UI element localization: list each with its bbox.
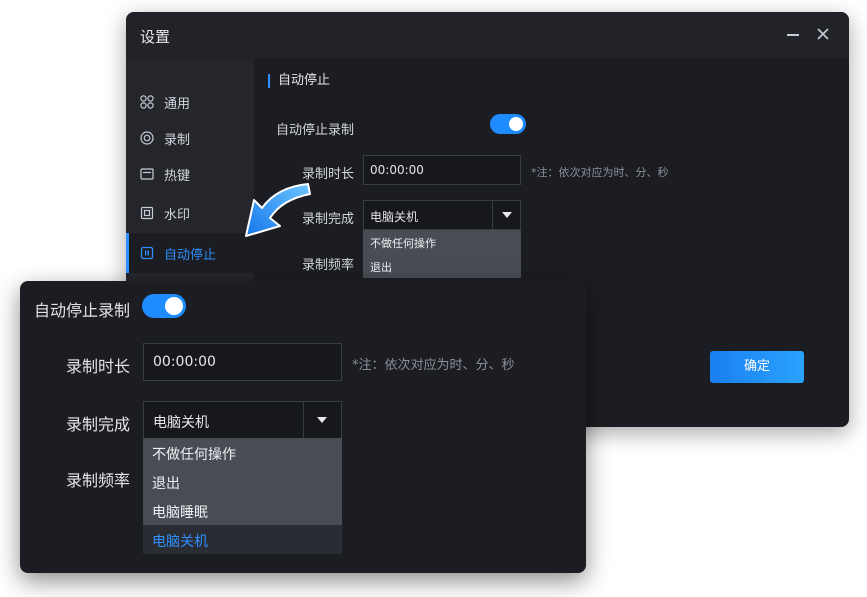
sidebar-item-hotkey[interactable]: 热键: [126, 154, 254, 194]
finish-label: 录制完成: [66, 415, 131, 434]
duration-note: *注：依次对应为时、分、秒: [352, 358, 515, 373]
dropdown-option[interactable]: 不做任何操作: [143, 438, 342, 467]
section-title: 自动停止: [268, 74, 330, 88]
finish-select[interactable]: 电脑关机: [143, 401, 342, 439]
chevron-down-icon[interactable]: [492, 201, 520, 229]
sidebar-item-label: 热键: [164, 169, 191, 184]
finish-select-value: 电脑关机: [370, 210, 419, 224]
duration-label: 录制时长: [66, 357, 131, 376]
chevron-down-icon[interactable]: [303, 402, 341, 438]
callout-arrow-icon: [245, 183, 311, 237]
finish-select[interactable]: 电脑关机: [363, 200, 521, 230]
auto-stop-label: 自动停止录制: [276, 123, 355, 138]
dropdown-option[interactable]: 不做任何操作: [363, 230, 521, 254]
confirm-button[interactable]: 确定: [710, 351, 804, 383]
sidebar-item-record[interactable]: 录制: [126, 118, 254, 158]
finish-dropdown-list: 不做任何操作 退出: [363, 230, 521, 278]
sidebar-item-label: 通用: [164, 97, 191, 112]
sidebar-item-label: 录制: [164, 133, 191, 148]
finish-select-value: 电脑关机: [153, 415, 209, 431]
finish-dropdown-list: 不做任何操作 退出 电脑睡眠 电脑关机: [143, 438, 342, 554]
toggle-knob: [509, 117, 523, 131]
auto-stop-toggle[interactable]: [142, 294, 186, 318]
grid-icon: [140, 95, 154, 109]
window-title: 设置: [140, 28, 171, 46]
dropdown-option[interactable]: 退出: [143, 467, 342, 496]
toggle-knob: [165, 297, 183, 315]
sidebar-item-watermark[interactable]: 水印: [126, 193, 254, 233]
frequency-label: 录制频率: [302, 258, 355, 273]
record-icon: [140, 131, 154, 145]
dropdown-option[interactable]: 退出: [363, 254, 521, 278]
frequency-label: 录制频率: [66, 471, 131, 490]
duration-note: *注：依次对应为时、分、秒: [531, 166, 669, 179]
title-bar: 设置: [126, 12, 849, 58]
zoomed-settings-panel: 自动停止录制 录制时长 00:00:00 *注：依次对应为时、分、秒 录制完成 …: [20, 281, 586, 573]
auto-stop-icon: [140, 246, 154, 260]
auto-stop-toggle[interactable]: [490, 114, 526, 134]
auto-stop-label: 自动停止录制: [34, 301, 131, 320]
minimize-icon[interactable]: [783, 24, 803, 44]
dropdown-option-selected[interactable]: 电脑关机: [143, 525, 342, 554]
sidebar-item-auto-stop[interactable]: 自动停止: [126, 233, 254, 273]
sidebar-item-label: 自动停止: [164, 248, 217, 263]
sidebar-item-label: 水印: [164, 208, 191, 223]
close-icon[interactable]: [813, 24, 833, 44]
duration-input[interactable]: 00:00:00: [143, 343, 342, 381]
sidebar-item-general[interactable]: 通用: [126, 82, 254, 122]
keyboard-icon: [140, 168, 154, 180]
dropdown-option[interactable]: 电脑睡眠: [143, 496, 342, 525]
duration-input[interactable]: 00:00:00: [363, 155, 521, 185]
watermark-icon: [140, 206, 154, 220]
